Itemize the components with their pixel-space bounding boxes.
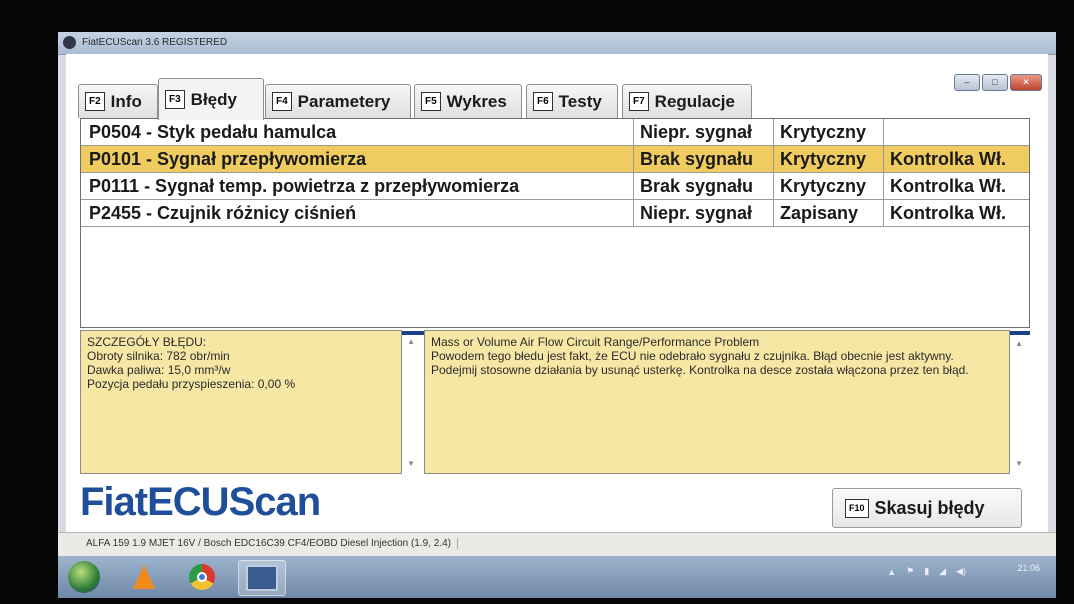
fault-codes-list: P0504 - Styk pedału hamulca Niepr. sygna…	[80, 118, 1030, 328]
screen: FiatECUScan 3.6 REGISTERED – □ ✕ F2 Info…	[58, 32, 1056, 598]
scroll-up-icon[interactable]: ▲	[407, 335, 415, 349]
fault-lamp: Kontrolka Wł.	[883, 146, 1036, 172]
fiatecuscan-icon	[246, 565, 278, 591]
fault-severity: Krytyczny	[773, 119, 890, 145]
fault-severity: Krytyczny	[773, 173, 890, 199]
fault-details-panel: SZCZEGÓŁY BŁĘDU: Obroty silnika: 782 obr…	[80, 330, 415, 474]
window-controls: – □ ✕	[954, 74, 1042, 91]
minimize-button[interactable]: –	[954, 74, 980, 91]
maximize-button[interactable]: □	[982, 74, 1008, 91]
tab-wykres[interactable]: F5 Wykres	[414, 84, 522, 118]
fault-code: P0111 - Sygnał temp. powietrza z przepły…	[89, 176, 520, 196]
tab-label: Regulacje	[654, 91, 735, 111]
fault-code-row[interactable]: P0111 - Sygnał temp. powietrza z przepły…	[81, 173, 1029, 200]
tab-testy[interactable]: F6 Testy	[526, 84, 618, 118]
fault-lamp	[883, 119, 1036, 145]
fault-code: P0101 - Sygnał przepływomierza	[89, 149, 367, 169]
tab-bledy[interactable]: F3 Błędy	[158, 78, 264, 120]
window-title: FiatECUScan 3.6 REGISTERED	[82, 37, 228, 48]
f6-key-icon: F6	[533, 92, 553, 111]
tab-regulacje[interactable]: F7 Regulacje	[622, 84, 752, 118]
fault-code: P0504 - Styk pedału hamulca	[89, 122, 337, 142]
description-text: Powodem tego błedu jest fakt, że ECU nie…	[431, 349, 969, 377]
windows-start-icon	[68, 561, 100, 593]
tab-label: Błędy	[190, 89, 237, 109]
detail-line: Dawka paliwa: 15,0 mm³/w	[87, 363, 231, 377]
fault-code: P2455 - Czujnik różnicy ciśnień	[89, 203, 357, 223]
fault-code-row[interactable]: P0504 - Styk pedału hamulca Niepr. sygna…	[81, 119, 1029, 146]
fault-lamp: Kontrolka Wł.	[883, 173, 1036, 199]
fiatecuscan-logo: FiatECUScan	[80, 480, 321, 524]
clear-errors-label: Skasuj błędy	[874, 497, 985, 518]
network-icon[interactable]: ◢	[939, 566, 946, 577]
app-icon	[63, 36, 76, 49]
vehicle-ecu-status: ALFA 159 1.9 MJET 16V / Bosch EDC16C39 C…	[86, 538, 458, 549]
fault-severity: Zapisany	[773, 200, 890, 226]
tab-label: Testy	[558, 91, 602, 111]
fiatecuscan-task-button[interactable]	[238, 560, 286, 596]
tab-info[interactable]: F2 Info	[78, 84, 158, 118]
chrome-button[interactable]	[182, 560, 222, 594]
tab-label: Wykres	[446, 91, 507, 111]
fault-signal: Niepr. sygnał	[633, 200, 778, 226]
status-bar: ALFA 159 1.9 MJET 16V / Bosch EDC16C39 C…	[58, 532, 1056, 557]
fault-lamp: Kontrolka Wł.	[883, 200, 1036, 226]
fault-code-row[interactable]: P2455 - Czujnik różnicy ciśnień Niepr. s…	[81, 200, 1029, 227]
vlc-button[interactable]	[124, 560, 164, 594]
volume-icon[interactable]: ◀)	[956, 566, 966, 577]
close-button[interactable]: ✕	[1010, 74, 1042, 91]
scroll-down-icon[interactable]: ▼	[407, 457, 415, 471]
tab-parametery[interactable]: F4 Parametery	[265, 84, 411, 118]
tab-label: Info	[110, 91, 142, 111]
f4-key-icon: F4	[272, 92, 292, 111]
fault-code-row-selected[interactable]: P0101 - Sygnał przepływomierza Brak sygn…	[81, 146, 1029, 173]
f10-key-icon: F10	[845, 498, 869, 518]
description-title: Mass or Volume Air Flow Circuit Range/Pe…	[431, 335, 760, 349]
fault-signal: Brak sygnału	[633, 146, 778, 172]
flag-icon[interactable]: ⚑	[906, 566, 914, 577]
detail-line: Pozycja pedału przyspieszenia: 0,00 %	[87, 377, 296, 391]
tab-label: Parametery	[297, 91, 391, 111]
f3-key-icon: F3	[165, 90, 185, 109]
clock-time: 21:06	[1017, 563, 1040, 573]
battery-icon[interactable]: ▮	[924, 566, 929, 577]
title-bar: FiatECUScan 3.6 REGISTERED	[58, 32, 1056, 55]
chrome-icon	[189, 564, 215, 590]
scroll-down-icon[interactable]: ▼	[1015, 457, 1023, 471]
show-hidden-icon[interactable]: ▲	[887, 567, 896, 577]
window-body: – □ ✕ F2 Info F3 Błędy F4 Parametery F5 …	[66, 54, 1048, 572]
detail-line: Obroty silnika: 782 obr/min	[87, 349, 230, 363]
details-heading: SZCZEGÓŁY BŁĘDU:	[87, 335, 207, 349]
fault-severity: Krytyczny	[773, 146, 890, 172]
fault-description-panel: Mass or Volume Air Flow Circuit Range/Pe…	[424, 330, 1023, 474]
f7-key-icon: F7	[629, 92, 649, 111]
system-tray: ▲ ⚑ ▮ ◢ ◀)	[887, 566, 966, 577]
clock[interactable]: 21:06	[1017, 562, 1040, 575]
f2-key-icon: F2	[85, 92, 105, 111]
fault-signal: Niepr. sygnał	[633, 119, 778, 145]
f5-key-icon: F5	[421, 92, 441, 111]
taskbar: ▲ ⚑ ▮ ◢ ◀) 21:06	[58, 556, 1056, 598]
scroll-up-icon[interactable]: ▲	[1015, 337, 1023, 351]
clear-errors-button[interactable]: F10 Skasuj błędy	[832, 488, 1022, 528]
vlc-icon	[133, 565, 155, 589]
fault-signal: Brak sygnału	[633, 173, 778, 199]
start-button[interactable]	[64, 560, 104, 594]
